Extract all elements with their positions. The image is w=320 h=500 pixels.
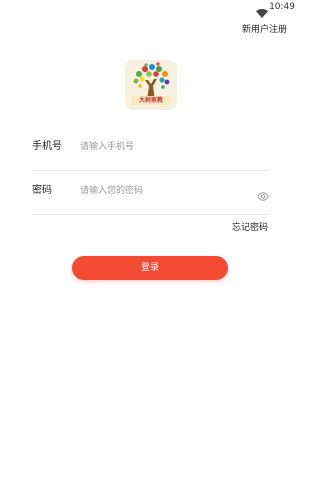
- app-logo: 大树家教: [125, 60, 177, 110]
- logo-text: 大树家教: [138, 97, 163, 104]
- register-link[interactable]: 新用户注册: [242, 24, 287, 36]
- status-time: 10:49: [269, 2, 295, 12]
- wifi-icon: [256, 3, 268, 18]
- phone-row: 手机号: [31, 126, 269, 171]
- login-screen: 10:49 新用户注册 大树家教 手机号 请输入手机号 密码 忘记密码 登录: [0, 0, 300, 500]
- password-label: 密码: [32, 185, 52, 196]
- phone-label: 手机号: [32, 141, 62, 152]
- password-row: 密码: [31, 170, 269, 215]
- forgot-password-link[interactable]: 忘记密码: [232, 222, 268, 234]
- login-button[interactable]: 登录: [72, 256, 228, 280]
- password-input[interactable]: [80, 181, 250, 201]
- eye-icon[interactable]: [257, 186, 269, 201]
- status-bar: 10:49: [0, 0, 300, 18]
- phone-input[interactable]: [80, 137, 250, 157]
